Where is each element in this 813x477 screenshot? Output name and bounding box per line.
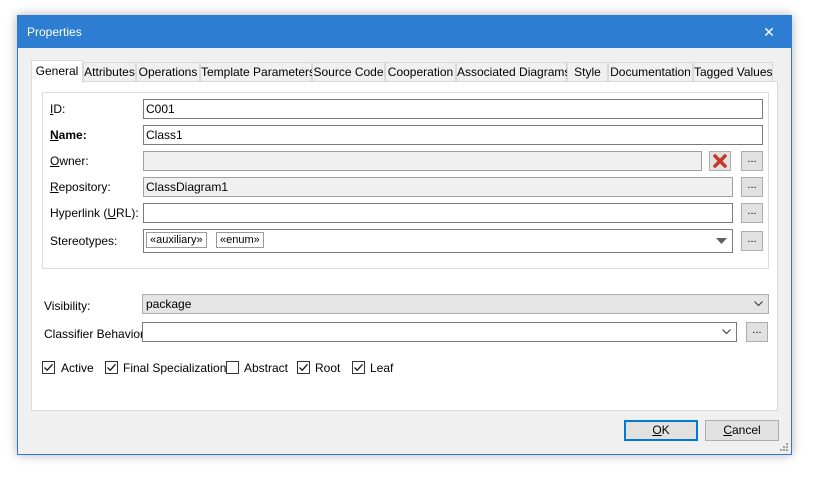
resize-grip-icon[interactable]	[779, 442, 789, 452]
stereotypes-field[interactable]: «auxiliary» «enum»	[143, 229, 733, 253]
cancel-button[interactable]: Cancel	[705, 420, 779, 441]
tab-cooperation[interactable]: Cooperation	[385, 62, 456, 81]
owner-field[interactable]	[143, 151, 702, 171]
tab-general[interactable]: General	[31, 60, 83, 83]
close-icon: ✕	[763, 24, 775, 40]
classifier-behavior-browse-button[interactable]: ...	[746, 322, 768, 342]
repository-browse-button[interactable]: ...	[741, 177, 763, 197]
dialog-title: Properties	[27, 25, 82, 39]
abstract-label: Abstract	[244, 361, 289, 375]
id-label: ID:	[50, 102, 66, 116]
general-tab-page: ID: C001 Name: Class1 Owner: ... Reposit…	[31, 81, 778, 411]
ok-button[interactable]: OK	[624, 420, 698, 441]
title-bar: Properties ✕	[18, 16, 791, 48]
visibility-label: Visibility:	[44, 299, 91, 313]
tab-operations[interactable]: Operations	[136, 62, 200, 81]
close-button[interactable]: ✕	[747, 16, 791, 48]
identity-group: ID: C001 Name: Class1 Owner: ... Reposit…	[42, 92, 769, 269]
dropdown-arrow-icon[interactable]	[716, 238, 727, 244]
tab-strip: General Attributes Operations Template P…	[31, 60, 791, 83]
delete-x-icon	[713, 154, 727, 168]
tab-tagged-values[interactable]: Tagged Values	[693, 62, 773, 81]
stereotypes-label: Stereotypes:	[50, 234, 118, 248]
visibility-select[interactable]: package	[142, 294, 769, 314]
repository-label: Repository:	[50, 180, 111, 194]
classifier-behavior-select[interactable]	[142, 322, 737, 342]
stereotypes-browse-button[interactable]: ...	[741, 231, 763, 251]
active-checkbox[interactable]	[42, 361, 55, 374]
owner-label: Owner:	[50, 154, 89, 168]
hyperlink-label: Hyperlink (URL):	[50, 206, 139, 220]
name-label: Name:	[50, 128, 87, 142]
checkmark-icon	[44, 363, 54, 372]
chevron-down-icon	[722, 329, 731, 335]
checkmark-icon	[299, 363, 309, 372]
tab-style[interactable]: Style	[567, 62, 608, 81]
checkmark-icon	[354, 363, 364, 372]
final-specialization-checkbox[interactable]	[105, 361, 118, 374]
hyperlink-field[interactable]	[143, 203, 733, 223]
name-field[interactable]: Class1	[143, 125, 763, 145]
id-field[interactable]: C001	[143, 99, 763, 119]
checkmark-icon	[107, 363, 117, 372]
classifier-behavior-label: Classifier Behavior:	[44, 327, 148, 341]
stereotype-chip[interactable]: «enum»	[216, 232, 264, 248]
leaf-checkbox[interactable]	[352, 361, 365, 374]
chevron-down-icon	[754, 301, 763, 307]
abstract-checkbox[interactable]	[226, 361, 239, 374]
active-label: Active	[61, 361, 94, 375]
tab-template-parameters[interactable]: Template Parameters	[200, 62, 315, 81]
hyperlink-browse-button[interactable]: ...	[741, 203, 763, 223]
tab-source-code[interactable]: Source Code	[312, 62, 385, 81]
root-label: Root	[315, 361, 341, 375]
repository-field[interactable]: ClassDiagram1	[143, 177, 733, 197]
owner-browse-button[interactable]: ...	[741, 151, 763, 171]
visibility-value: package	[146, 297, 192, 311]
tab-associated-diagrams[interactable]: Associated Diagrams	[456, 62, 570, 81]
leaf-label: Leaf	[370, 361, 394, 375]
stereotype-chip[interactable]: «auxiliary»	[146, 232, 207, 248]
root-checkbox[interactable]	[297, 361, 310, 374]
tab-documentation[interactable]: Documentation	[608, 62, 693, 81]
tab-attributes[interactable]: Attributes	[83, 62, 136, 81]
clear-owner-button[interactable]	[709, 151, 731, 171]
final-specialization-label: Final Specialization	[123, 361, 227, 375]
properties-dialog: Properties ✕ General Attributes Operatio…	[17, 15, 792, 455]
